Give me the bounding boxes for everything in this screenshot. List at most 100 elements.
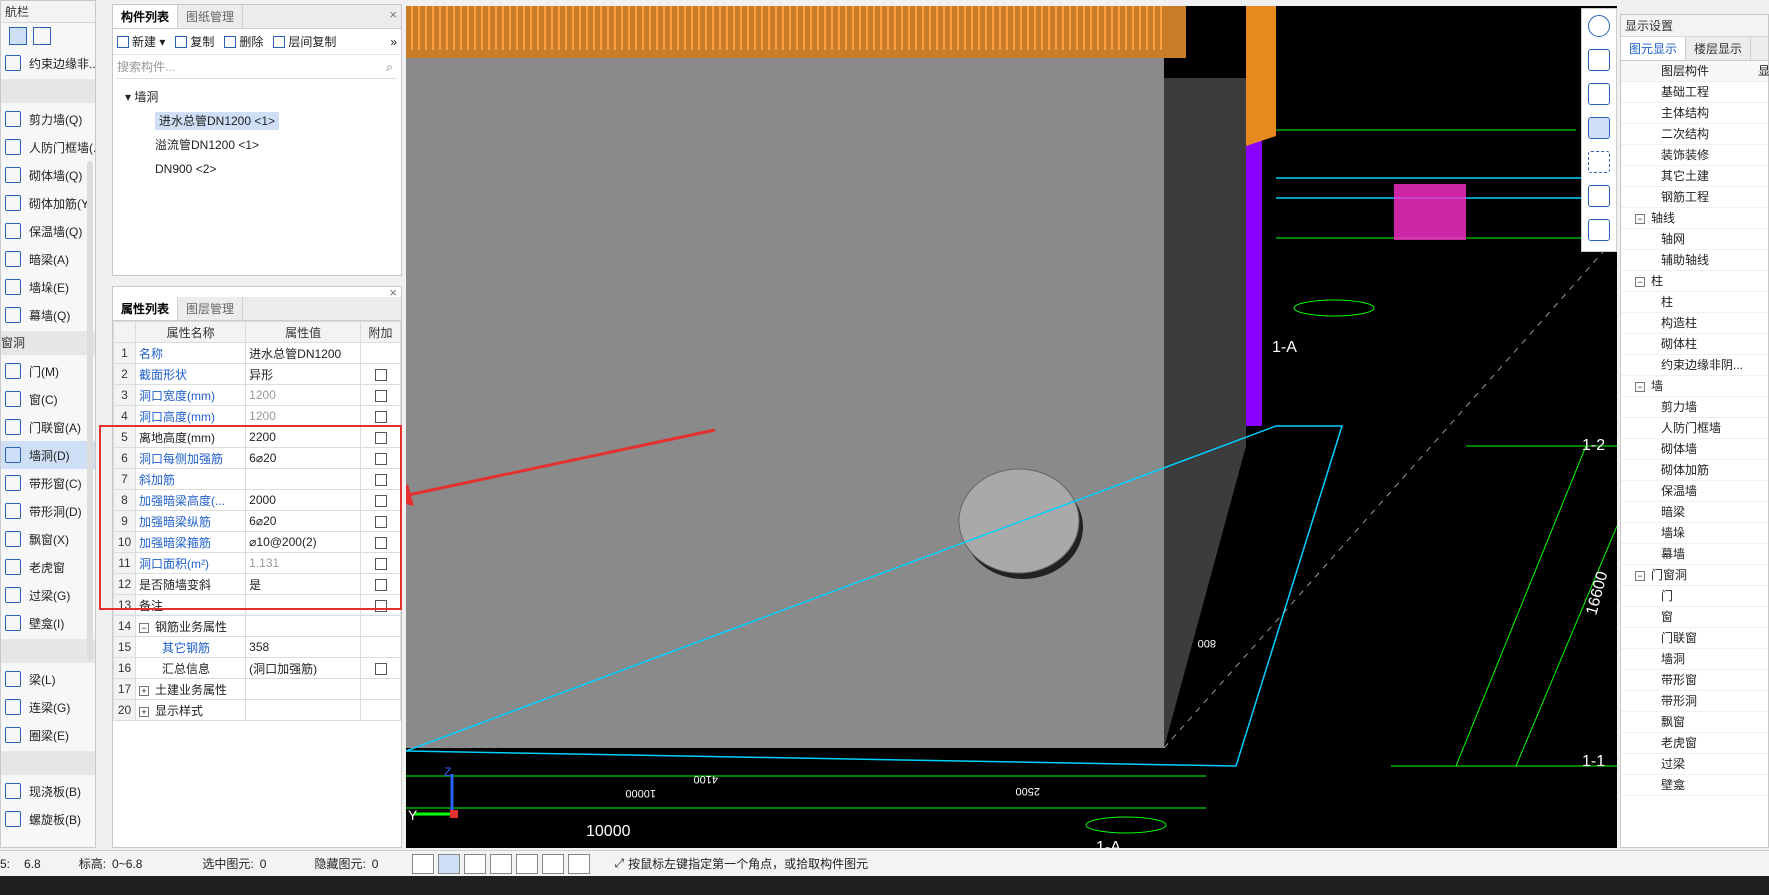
layer-item[interactable]: 带形洞 <box>1621 691 1768 712</box>
layer-item[interactable]: 门 <box>1621 586 1768 607</box>
property-row[interactable]: 14− 钢筋业务属性 <box>113 615 401 637</box>
property-value[interactable] <box>245 615 361 637</box>
layer-item[interactable]: 砌体柱 <box>1621 334 1768 355</box>
new-button[interactable]: 新建 ▾ <box>117 33 165 50</box>
tab-component-list[interactable]: 构件列表 <box>113 5 179 28</box>
collapse-icon[interactable]: − <box>1635 571 1645 581</box>
cross-icon[interactable] <box>464 853 487 874</box>
nav-item[interactable]: 梁(L) <box>1 665 95 693</box>
layer-item[interactable]: 老虎窗 <box>1621 733 1768 754</box>
detail-view-icon[interactable] <box>33 27 51 45</box>
layer-item[interactable]: − 门窗洞 <box>1621 565 1768 586</box>
nav-item[interactable]: 门联窗(A) <box>1 413 95 441</box>
layer-item[interactable]: 壁龛 <box>1621 775 1768 796</box>
nav-item[interactable]: 连梁(G) <box>1 693 95 721</box>
tree-root[interactable]: ▾ 墙洞 <box>125 85 401 109</box>
extra-checkbox[interactable] <box>374 410 387 423</box>
property-value[interactable]: 2200 <box>245 426 361 448</box>
nav-item[interactable]: 暗梁(A) <box>1 245 95 273</box>
nav-item[interactable]: 人防门框墙(... <box>1 133 95 161</box>
close-icon[interactable]: × <box>389 7 397 22</box>
property-row[interactable]: 12 是否随墙变斜是 <box>113 573 401 595</box>
extra-checkbox[interactable] <box>374 473 387 486</box>
property-value[interactable]: 是 <box>245 573 361 595</box>
angle-icon[interactable] <box>490 853 513 874</box>
property-row[interactable]: 13 备注 <box>113 594 401 616</box>
extra-checkbox[interactable] <box>374 494 387 507</box>
property-row[interactable]: 16 汇总信息 (洞口加强筋) <box>113 657 401 679</box>
layer-item[interactable]: 飘窗 <box>1621 712 1768 733</box>
property-value[interactable]: 358 <box>245 636 361 658</box>
list-view-icon[interactable] <box>9 27 27 45</box>
layer-item[interactable]: 墙洞 <box>1621 649 1768 670</box>
nav-item[interactable]: 窗(C) <box>1 385 95 413</box>
extra-checkbox[interactable] <box>374 536 387 549</box>
extra-checkbox[interactable] <box>374 599 387 612</box>
tree-item[interactable]: 溢流管DN1200 <1> <box>125 133 401 157</box>
property-row[interactable]: 6 洞口每侧加强筋 6⌀20 <box>113 447 401 469</box>
nav-item[interactable]: 过梁(G) <box>1 581 95 609</box>
property-row[interactable]: 1 名称 进水总管DN1200 <box>113 342 401 364</box>
nav-item[interactable]: 剪力墙(Q) <box>1 105 95 133</box>
extra-checkbox[interactable] <box>374 431 387 444</box>
property-row[interactable]: 11 洞口面积(m²) 1.131 <box>113 552 401 574</box>
property-value[interactable]: 1200 <box>245 405 361 427</box>
extra-checkbox[interactable] <box>374 515 387 528</box>
layer-item[interactable]: 人防门框墙 <box>1621 418 1768 439</box>
ortho-icon[interactable] <box>412 853 435 874</box>
nav-item[interactable]: 约束边缘非... <box>1 49 95 77</box>
layer-item[interactable]: 轴网 <box>1621 229 1768 250</box>
property-value[interactable] <box>245 468 361 490</box>
nav-item[interactable]: 螺旋板(B) <box>1 805 95 833</box>
cube-view-icon[interactable] <box>1588 185 1610 207</box>
tab-element-display[interactable]: 图元显示 <box>1621 37 1687 60</box>
3d-viewport[interactable]: Y Z 10000 1-A 1-A 1-2 1-1 16600 800 2500… <box>406 6 1617 848</box>
property-value[interactable]: ⌀10@200(2) <box>245 531 361 553</box>
property-value[interactable]: 异形 <box>245 363 361 385</box>
nav-item[interactable]: 飘窗(X) <box>1 525 95 553</box>
layer-item[interactable]: − 轴线 <box>1621 208 1768 229</box>
search-input[interactable]: 搜索构件... ⌕ <box>117 57 397 79</box>
property-row[interactable]: 9 加强暗梁纵筋 6⌀20 <box>113 510 401 532</box>
extra-checkbox[interactable] <box>374 368 387 381</box>
collapse-icon[interactable]: − <box>1635 277 1645 287</box>
nav-item[interactable]: 带形洞(D) <box>1 497 95 525</box>
property-row[interactable]: 17 + 土建业务属性 <box>113 678 401 700</box>
extra-checkbox[interactable] <box>374 662 387 675</box>
layer-item[interactable]: 其它土建 <box>1621 166 1768 187</box>
nav-item[interactable]: 壁龛(I) <box>1 609 95 637</box>
expand-icon[interactable]: + <box>139 706 149 717</box>
delete-button[interactable]: 删除 <box>224 33 263 50</box>
property-value[interactable] <box>245 699 361 721</box>
layer-item[interactable]: 剪力墙 <box>1621 397 1768 418</box>
property-row[interactable]: 20 + 显示样式 <box>113 699 401 721</box>
nav-item[interactable]: 现浇板(B) <box>1 777 95 805</box>
tab-drawing-management[interactable]: 图纸管理 <box>178 5 244 28</box>
property-row[interactable]: 15 其它钢筋 358 <box>113 636 401 658</box>
tab-property-list[interactable]: 属性列表 <box>113 297 179 320</box>
more-icon[interactable]: » <box>390 35 397 49</box>
layer-item[interactable]: 砌体加筋 <box>1621 460 1768 481</box>
extra-checkbox[interactable] <box>374 557 387 570</box>
layer-item[interactable]: 柱 <box>1621 292 1768 313</box>
property-row[interactable]: 7 斜加筋 <box>113 468 401 490</box>
close-icon[interactable]: × <box>389 285 397 300</box>
property-row[interactable]: 3 洞口宽度(mm) 1200 <box>113 384 401 406</box>
property-value[interactable] <box>245 594 361 616</box>
nav-item[interactable]: 墙垛(E) <box>1 273 95 301</box>
collapse-icon[interactable]: − <box>1635 382 1645 392</box>
layer-item[interactable]: 暗梁 <box>1621 502 1768 523</box>
layer-item[interactable]: − 柱 <box>1621 271 1768 292</box>
collapse-icon[interactable]: − <box>1635 214 1645 224</box>
nav-item[interactable]: 保温墙(Q) <box>1 217 95 245</box>
nav-item[interactable]: 圈梁(E) <box>1 721 95 749</box>
layer-item[interactable]: 过梁 <box>1621 754 1768 775</box>
shaded-view-icon[interactable] <box>1588 117 1610 139</box>
nav-item[interactable]: 门(M) <box>1 357 95 385</box>
curve-icon[interactable] <box>568 853 591 874</box>
floor-copy-button[interactable]: 层间复制 <box>273 33 336 50</box>
2d-view-icon[interactable] <box>1588 49 1610 71</box>
layer-item[interactable]: 带形窗 <box>1621 670 1768 691</box>
property-value[interactable]: 1.131 <box>245 552 361 574</box>
property-value[interactable]: 2000 <box>245 489 361 511</box>
